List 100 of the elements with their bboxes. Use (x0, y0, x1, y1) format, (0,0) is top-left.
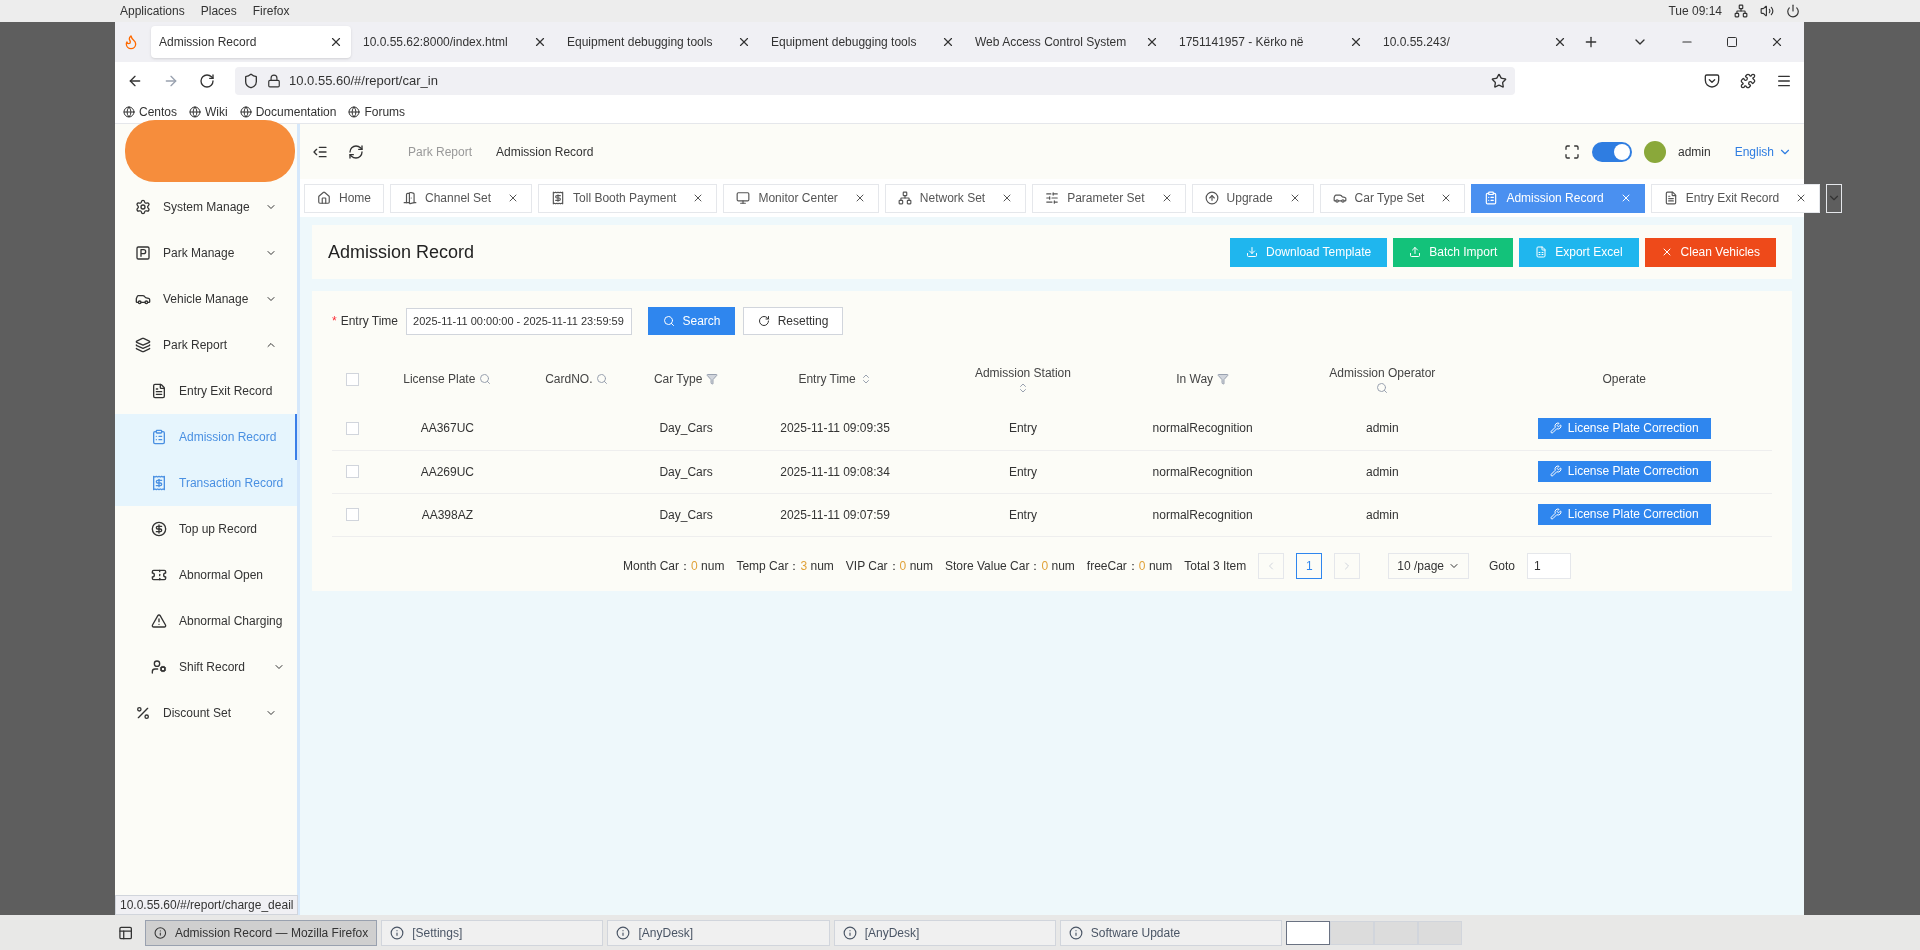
more-tabs-button[interactable] (1826, 183, 1843, 213)
table-cell: AA269UC (420, 464, 474, 479)
browser-tab[interactable]: Equipment debugging tools (559, 26, 759, 58)
bookmark-link[interactable]: Centos (123, 102, 178, 121)
page-tab[interactable]: Car Type Set (1319, 183, 1466, 213)
theme-toggle[interactable] (1591, 141, 1632, 162)
browser-tab[interactable]: Equipment debugging tools (763, 26, 963, 58)
volume-icon[interactable] (1760, 4, 1774, 18)
page-size-select[interactable]: 10 /page (1388, 552, 1469, 579)
shield-icon (243, 73, 259, 89)
sidebar-item[interactable]: Park Manage (115, 230, 297, 276)
refresh-icon[interactable] (348, 143, 364, 160)
column-header: Entry Time (798, 371, 856, 388)
correction-button[interactable]: License Plate Correction (1537, 417, 1711, 439)
close-icon[interactable] (1553, 35, 1567, 49)
correction-button[interactable]: License Plate Correction (1537, 503, 1711, 525)
sidebar-item[interactable]: Discount Set (115, 690, 297, 736)
browser-tab[interactable]: 10.0.55.62:8000/index.html (355, 26, 555, 58)
page-tab[interactable]: Parameter Set (1032, 183, 1186, 213)
power-icon[interactable] (1786, 4, 1800, 18)
close-icon[interactable] (941, 35, 955, 49)
close-icon[interactable] (1770, 35, 1784, 49)
page-tab[interactable]: Upgrade (1191, 183, 1314, 213)
menu-item-icon (135, 337, 151, 353)
search-button[interactable]: Search (648, 307, 736, 335)
reload-icon[interactable] (199, 73, 215, 89)
page-tab[interactable]: Network Set (884, 183, 1027, 213)
row-checkbox[interactable] (345, 421, 359, 435)
correction-button[interactable]: License Plate Correction (1537, 460, 1711, 482)
sidebar-item[interactable]: Vehicle Manage (115, 276, 297, 322)
url-field[interactable]: 10.0.55.60/#/report/car_in (235, 67, 1515, 95)
taskbar-item[interactable]: [AnyDesk] (833, 919, 1056, 946)
workspace-switch[interactable] (1286, 920, 1330, 945)
action-button[interactable]: Clean Vehicles (1644, 237, 1776, 267)
table-cell: 2025-11-11 09:08:34 (780, 464, 890, 479)
total-count: Total 3 Item (1184, 557, 1247, 575)
goto-field[interactable]: 1 (1527, 552, 1571, 579)
row-checkbox[interactable] (345, 465, 359, 478)
bookmark-star-icon[interactable] (1491, 73, 1507, 89)
column-header: Car Type (653, 371, 703, 388)
back-icon[interactable] (127, 73, 143, 89)
taskbar-item[interactable]: [Settings] (381, 919, 604, 946)
select-all-checkbox[interactable] (345, 372, 359, 386)
menu-icon[interactable] (1776, 73, 1792, 89)
reset-button[interactable]: Resetting (743, 307, 844, 335)
browser-tab[interactable]: 1751141957 - Kërko në (1171, 26, 1371, 58)
button-icon (1409, 246, 1422, 258)
extensions-icon[interactable] (1740, 73, 1756, 89)
taskbar-item[interactable]: [AnyDesk] (607, 919, 830, 946)
page-tab[interactable]: Channel Set (390, 183, 533, 213)
table-cell: normalRecognition (1152, 421, 1253, 436)
bookmark-link[interactable]: Wiki (189, 102, 228, 121)
system-menu[interactable]: Firefox (252, 2, 290, 20)
breadcrumb-item: Admission Record (496, 143, 594, 161)
sidebar-subitem[interactable]: Entry Exit Record (115, 368, 297, 414)
close-icon[interactable] (1349, 35, 1363, 49)
close-icon[interactable] (533, 35, 547, 49)
sidebar-subitem[interactable]: Top up Record (115, 506, 297, 552)
row-checkbox[interactable] (345, 508, 359, 521)
system-menu[interactable]: Places (200, 2, 237, 20)
taskbar-item[interactable]: Software Update (1059, 919, 1282, 946)
maximize-icon[interactable] (1726, 36, 1738, 48)
bookmark-link[interactable]: Forums (348, 102, 406, 121)
page-number[interactable]: 1 (1296, 552, 1323, 579)
close-icon[interactable] (737, 35, 751, 49)
summary-count: VIP Car：0 num (845, 557, 933, 575)
close-icon[interactable] (1145, 35, 1159, 49)
sidebar-item[interactable]: Park Report (115, 322, 297, 368)
system-menu[interactable]: Applications (120, 2, 185, 20)
avatar[interactable] (1643, 140, 1666, 163)
page-tab[interactable]: Entry Exit Record (1650, 183, 1821, 213)
browser-logo-icon (123, 34, 139, 50)
page-tab[interactable]: Monitor Center (723, 183, 879, 213)
show-desktop-icon[interactable] (118, 924, 134, 941)
browser-tab[interactable]: Web Access Control System (967, 26, 1167, 58)
network-icon[interactable] (1734, 4, 1748, 18)
close-icon[interactable] (329, 35, 343, 49)
tab-icon (1204, 191, 1219, 205)
sidebar-subitem[interactable]: Shift Record (115, 644, 297, 690)
browser-tab[interactable]: Admission Record (151, 26, 351, 58)
field-label: Entry Time (340, 313, 399, 330)
language-selector[interactable]: English (1734, 142, 1792, 161)
page-tab[interactable]: Home (304, 183, 384, 213)
fullscreen-icon[interactable] (1563, 143, 1580, 160)
column-header: Admission Station (974, 365, 1071, 382)
tab-icon (1484, 191, 1499, 205)
globe-icon (123, 105, 135, 118)
date-range-field[interactable]: 2025-11-11 00:00:00 - 2025-11-11 23:59:59 (406, 307, 633, 335)
sidebar-item[interactable]: System Manage (115, 184, 297, 230)
sidebar-subitem[interactable]: Abnormal Charging (115, 598, 297, 644)
search-icon (662, 315, 675, 327)
taskbar-item[interactable]: Admission Record — Mozilla Firefox (145, 919, 378, 946)
table-cell: AA367UC (420, 421, 474, 436)
pocket-icon[interactable] (1704, 73, 1720, 89)
browser-tab[interactable]: 10.0.55.243/ (1375, 26, 1575, 58)
bookmark-link[interactable]: Documentation (239, 102, 337, 121)
sidebar-subitem[interactable]: Abnormal Open (115, 552, 297, 598)
user-name[interactable]: admin (1677, 142, 1711, 161)
new-tab-icon[interactable] (1583, 34, 1599, 50)
page-tab[interactable]: Toll Booth Payment (538, 183, 718, 213)
